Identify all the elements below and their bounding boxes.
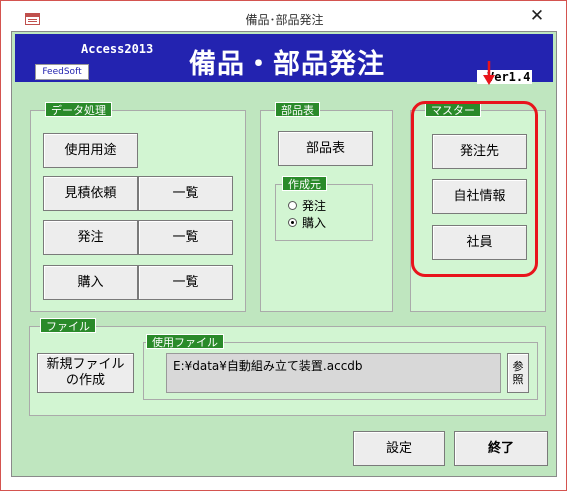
parts-list-button[interactable]: 部品表 [278, 131, 373, 166]
quote-list-button[interactable]: 一覧 [138, 176, 233, 211]
title-bar: 備品･部品発注 ✕ [1, 1, 566, 30]
header-banner: Access2013 FeedSoft 備品・部品発注 Ver1.4 [15, 34, 553, 85]
master-highlight-box [411, 101, 538, 277]
usage-button[interactable]: 使用用途 [43, 133, 138, 168]
close-icon[interactable]: ✕ [521, 5, 553, 27]
quote-request-button[interactable]: 見積依頼 [43, 176, 138, 211]
feedsoft-logo: FeedSoft [35, 64, 89, 80]
order-button[interactable]: 発注 [43, 220, 138, 255]
settings-button[interactable]: 設定 [353, 431, 445, 466]
exit-button[interactable]: 終了 [454, 431, 548, 466]
data-processing-group: データ処理 使用用途 見積依頼 一覧 発注 一覧 購入 一覧 [30, 102, 246, 312]
file-label: ファイル [40, 318, 96, 333]
source-option-order[interactable]: 発注 [288, 197, 326, 214]
data-processing-label: データ処理 [45, 102, 112, 117]
source-option-purchase[interactable]: 購入 [288, 214, 326, 231]
access-version-label: Access2013 [81, 42, 154, 56]
source-option-purchase-label: 購入 [302, 216, 327, 230]
source-option-order-label: 発注 [302, 199, 327, 213]
page-title: 備品・部品発注 [189, 49, 385, 80]
order-list-button[interactable]: 一覧 [138, 220, 233, 255]
down-arrow-icon [483, 61, 495, 85]
window-title: 備品･部品発注 [245, 13, 324, 27]
browse-button[interactable]: 参 照 [507, 353, 529, 393]
app-window: 備品･部品発注 ✕ Access2013 FeedSoft 備品・部品発注 Ve… [0, 0, 567, 491]
parts-list-label: 部品表 [275, 102, 320, 117]
file-path-field[interactable]: E:¥data¥自動組み立て装置.accdb [166, 353, 501, 393]
source-label: 作成元 [282, 176, 327, 191]
new-file-button[interactable]: 新規ファイル の作成 [37, 353, 134, 393]
source-box: 作成元 発注 購入 [275, 176, 373, 241]
browse-line2: 照 [512, 373, 524, 386]
new-file-line1: 新規ファイル [46, 357, 125, 372]
used-file-label: 使用ファイル [146, 334, 224, 349]
new-file-line2: の作成 [65, 373, 105, 388]
radio-order-icon [288, 201, 297, 210]
browse-line1: 参 [512, 360, 524, 373]
parts-list-group: 部品表 部品表 作成元 発注 購入 [260, 102, 393, 312]
purchase-list-button[interactable]: 一覧 [138, 265, 233, 300]
purchase-button[interactable]: 購入 [43, 265, 138, 300]
radio-purchase-icon [288, 218, 297, 227]
